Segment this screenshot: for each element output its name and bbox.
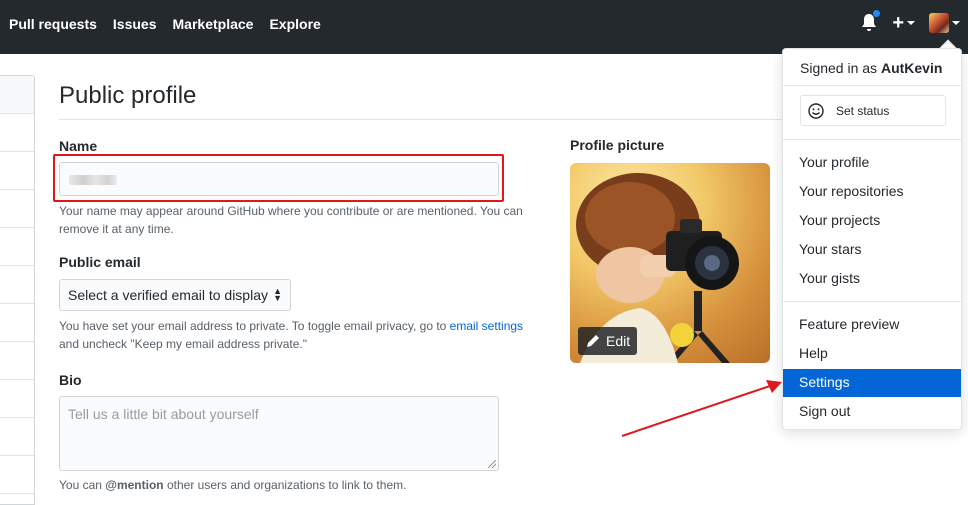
bio-label: Bio	[59, 372, 82, 388]
nav-marketplace[interactable]: Marketplace	[173, 16, 254, 32]
menu-your-gists[interactable]: Your gists	[783, 265, 961, 293]
signed-in-header: Signed in as AutKevin	[800, 60, 942, 76]
sidebar-item[interactable]	[0, 228, 34, 266]
divider	[783, 139, 961, 140]
bio-note-text: You can	[59, 478, 106, 492]
name-label: Name	[59, 138, 98, 154]
edit-picture-button[interactable]: Edit	[578, 327, 637, 355]
menu-your-repositories[interactable]: Your repositories	[783, 178, 961, 206]
chevron-down-icon	[952, 21, 960, 25]
updown-icon: ▲ ▼	[273, 286, 282, 303]
sidebar-item[interactable]	[0, 342, 34, 380]
title-divider	[59, 119, 789, 120]
email-settings-link[interactable]: email settings	[450, 319, 523, 333]
menu-settings[interactable]: Settings	[783, 369, 961, 397]
sidebar-item[interactable]	[0, 456, 34, 494]
page-title: Public profile	[59, 82, 197, 109]
email-select-value: Select a verified email to display	[68, 287, 268, 303]
bio-textarea[interactable]: Tell us a little bit about yourself	[59, 396, 499, 471]
bio-note: You can @mention other users and organiz…	[59, 476, 539, 494]
header-actions: +	[860, 9, 960, 34]
top-nav: Pull requests Issues Marketplace Explore	[9, 16, 321, 32]
smiley-icon	[808, 102, 824, 119]
menu-your-profile[interactable]: Your profile	[783, 149, 961, 177]
top-header: Pull requests Issues Marketplace Explore…	[0, 0, 968, 54]
sidebar-item[interactable]	[0, 190, 34, 228]
nav-pull-requests[interactable]: Pull requests	[9, 16, 97, 32]
sidebar-item[interactable]	[0, 266, 34, 304]
mention-text: @mention	[105, 478, 164, 492]
divider	[783, 85, 961, 86]
pencil-icon	[587, 335, 599, 347]
sidebar-item[interactable]	[0, 152, 34, 190]
email-note-text: You have set your email address to priva…	[59, 319, 450, 333]
chevron-down-icon	[907, 21, 915, 25]
bio-placeholder: Tell us a little bit about yourself	[68, 406, 259, 422]
menu-sign-out[interactable]: Sign out	[783, 398, 961, 426]
resize-handle-icon[interactable]	[488, 460, 496, 468]
nav-explore[interactable]: Explore	[269, 16, 320, 32]
sidebar-item[interactable]	[0, 304, 34, 342]
settings-sidebar	[0, 75, 35, 505]
nav-issues[interactable]: Issues	[113, 16, 157, 32]
menu-feature-preview[interactable]: Feature preview	[783, 311, 961, 339]
public-email-select[interactable]: Select a verified email to display ▲ ▼	[59, 279, 291, 311]
set-status-button[interactable]: Set status	[800, 95, 946, 126]
divider	[783, 301, 961, 302]
public-email-label: Public email	[59, 254, 141, 270]
plus-icon[interactable]: +	[892, 13, 915, 33]
username: AutKevin	[880, 60, 943, 76]
sidebar-item[interactable]	[0, 380, 34, 418]
menu-your-stars[interactable]: Your stars	[783, 236, 961, 264]
avatar-menu[interactable]	[929, 13, 960, 33]
set-status-label: Set status	[836, 103, 890, 118]
menu-your-projects[interactable]: Your projects	[783, 207, 961, 235]
avatar	[929, 13, 949, 33]
user-dropdown-menu: Signed in as AutKevin Set status Your pr…	[782, 48, 962, 430]
sidebar-item[interactable]	[0, 114, 34, 152]
name-note: Your name may appear around GitHub where…	[59, 204, 523, 236]
menu-help[interactable]: Help	[783, 340, 961, 368]
email-note: You have set your email address to priva…	[59, 317, 539, 353]
notification-dot	[872, 9, 882, 18]
profile-picture-label: Profile picture	[570, 137, 665, 153]
sidebar-item[interactable]	[0, 418, 34, 456]
bell-icon[interactable]	[860, 9, 882, 34]
email-note-text-end: and uncheck "Keep my email address priva…	[59, 337, 307, 351]
sidebar-item[interactable]	[0, 76, 34, 114]
signed-in-text: Signed in as	[800, 60, 881, 76]
edit-label: Edit	[606, 333, 631, 349]
highlight-box	[53, 154, 504, 202]
bio-note-text-end: other users and organizations to link to…	[163, 478, 407, 492]
